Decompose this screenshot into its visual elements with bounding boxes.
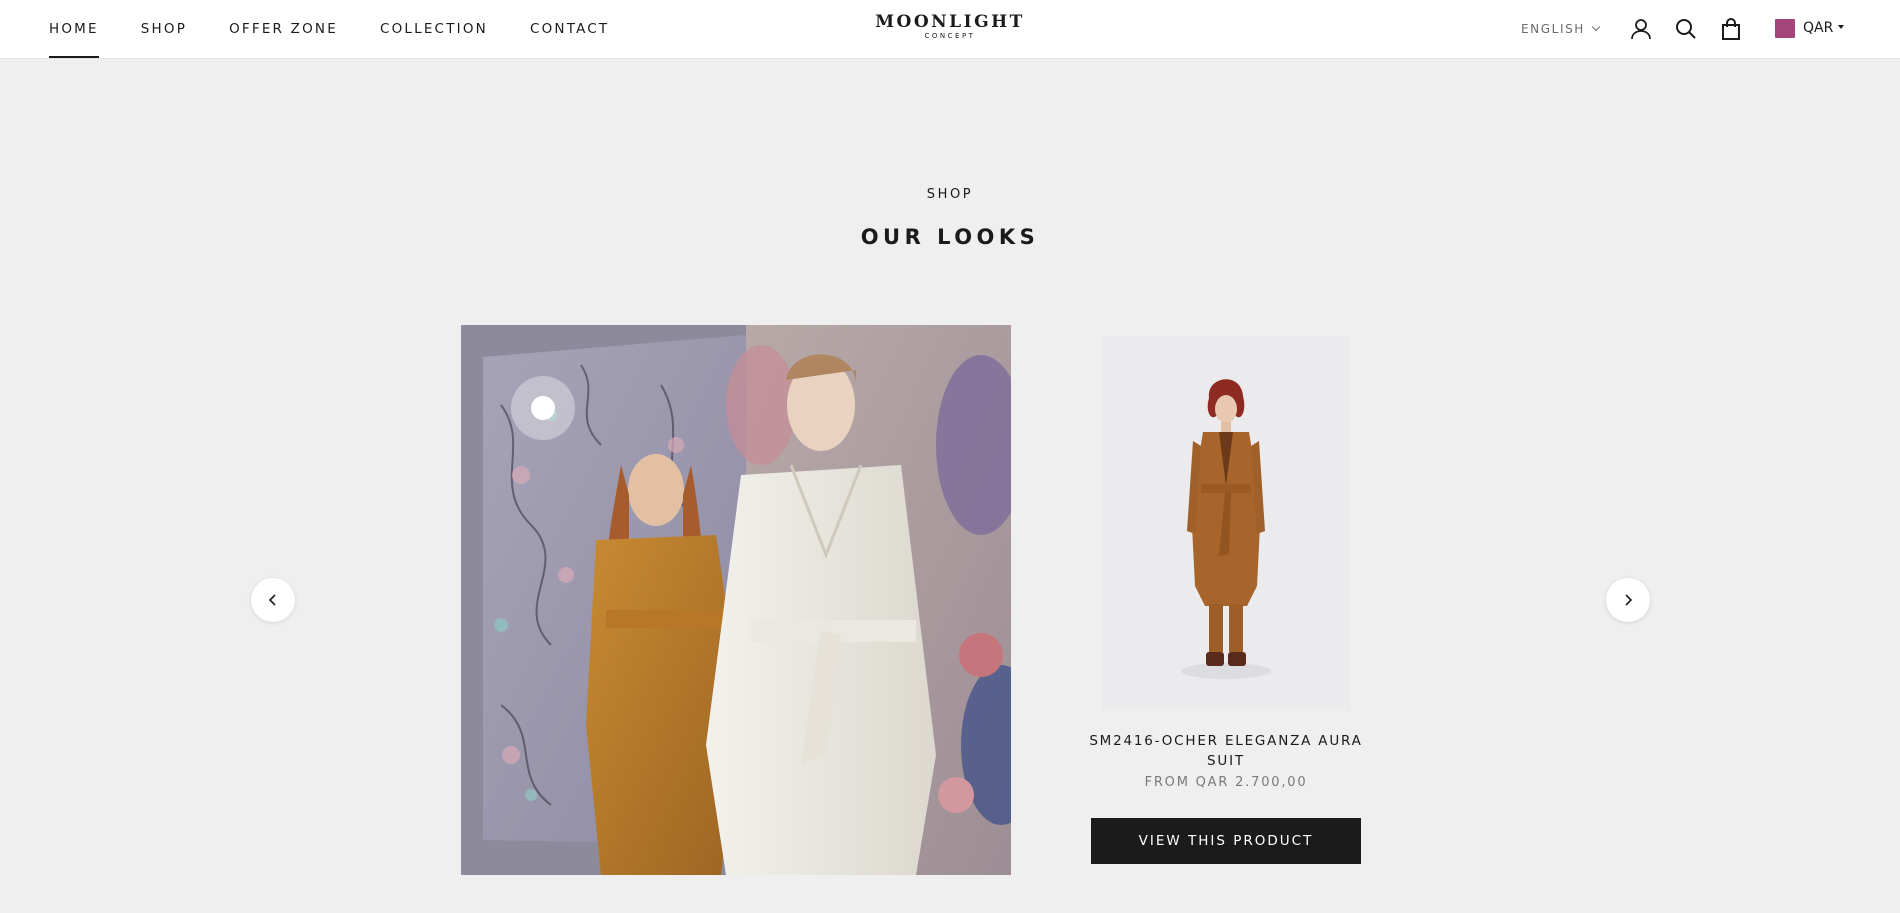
nav-contact[interactable]: CONTACT — [530, 0, 609, 58]
look-hotspot[interactable] — [511, 376, 575, 440]
currency-label: QAR — [1803, 20, 1834, 36]
site-header: HOME SHOP OFFER ZONE COLLECTION CONTACT … — [0, 0, 1900, 59]
carousel-next-button[interactable] — [1606, 578, 1650, 622]
carousel-prev-button[interactable] — [251, 578, 295, 622]
product-image[interactable] — [1101, 336, 1351, 711]
search-icon[interactable] — [1674, 17, 1698, 41]
nav-home[interactable]: HOME — [49, 0, 99, 58]
currency-flag-icon — [1775, 19, 1795, 38]
account-icon[interactable] — [1629, 17, 1653, 41]
product-price: FROM QAR 2.700,00 — [1144, 775, 1308, 790]
hotspot-dot — [531, 396, 555, 420]
product-title[interactable]: SM2416-OCHER ELEGANZA AURA SUIT — [1081, 731, 1371, 771]
nav-collection[interactable]: COLLECTION — [380, 0, 488, 58]
cart-icon[interactable] — [1719, 17, 1743, 41]
logo-wordmark[interactable]: MOONLIGHT — [875, 12, 1025, 32]
chevron-down-icon — [1591, 22, 1601, 32]
section-eyebrow: SHOP — [926, 187, 974, 202]
section-title: OUR LOOKS — [860, 225, 1040, 249]
language-label: ENGLISH — [1521, 22, 1585, 36]
main-nav: HOME SHOP OFFER ZONE COLLECTION CONTACT — [49, 0, 651, 58]
caret-down-icon — [1838, 25, 1845, 29]
view-product-button[interactable]: VIEW THIS PRODUCT — [1091, 818, 1361, 864]
chevron-right-icon — [1625, 594, 1633, 606]
currency-selector[interactable]: QAR — [1803, 20, 1845, 36]
chevron-left-icon — [268, 594, 276, 606]
language-selector[interactable]: ENGLISH — [1521, 22, 1601, 36]
nav-offer-zone[interactable]: OFFER ZONE — [229, 0, 338, 58]
nav-shop[interactable]: SHOP — [141, 0, 187, 58]
